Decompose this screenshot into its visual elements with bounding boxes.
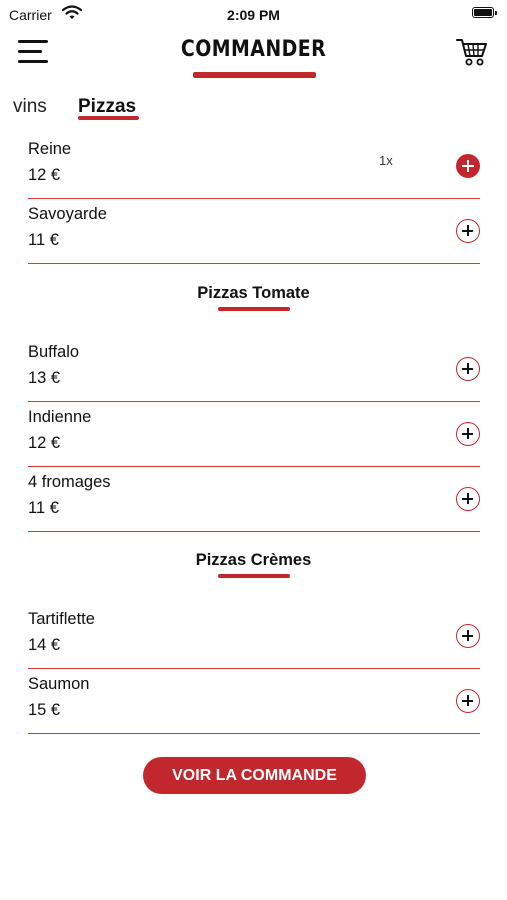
add-icon[interactable] (456, 689, 480, 713)
item-price: 12 € (28, 166, 61, 184)
status-time: 2:09 PM (227, 7, 280, 23)
list-item[interactable]: Buffalo 13 € (28, 337, 480, 402)
tab-pizzas[interactable]: Pizzas (78, 96, 136, 118)
status-bar: Carrier 2:09 PM (0, 0, 507, 28)
item-name: Savoyarde (28, 205, 107, 223)
item-name: 4 fromages (28, 473, 111, 491)
item-price: 11 € (28, 231, 59, 249)
add-icon[interactable] (456, 154, 480, 178)
item-price: 11 € (28, 499, 59, 517)
category-tabs: vins Pizzas (0, 92, 507, 128)
item-name: Buffalo (28, 343, 80, 361)
item-name: Tartiflette (28, 610, 95, 628)
section-title: Pizzas Crèmes (195, 551, 312, 569)
item-name: Indienne (28, 408, 92, 426)
list-item[interactable]: Reine 12 € 1x (28, 134, 480, 199)
section-underline (218, 307, 290, 311)
list-item[interactable]: 4 fromages 11 € (28, 467, 480, 532)
title-underline (193, 72, 316, 78)
item-name: Reine (28, 140, 72, 158)
item-price: 13 € (28, 369, 61, 387)
add-icon[interactable] (456, 422, 480, 446)
item-name: Saumon (28, 675, 90, 693)
add-icon[interactable] (456, 219, 480, 243)
shopping-cart-icon[interactable] (455, 36, 489, 68)
item-price: 12 € (28, 434, 61, 452)
tab-vins[interactable]: vins (13, 96, 47, 118)
section-title: Pizzas Tomate (197, 284, 310, 302)
item-quantity: 1x (379, 153, 393, 168)
list-item[interactable]: Savoyarde 11 € (28, 199, 480, 264)
list-item[interactable]: Saumon 15 € (28, 669, 480, 734)
selected-tab-indicator (78, 116, 139, 120)
add-icon[interactable] (456, 624, 480, 648)
add-icon[interactable] (456, 357, 480, 381)
section-underline (218, 574, 290, 578)
list-item[interactable]: Tartiflette 14 € (28, 604, 480, 669)
item-price: 14 € (28, 636, 61, 654)
view-order-button[interactable]: VOIR LA COMMANDE (143, 757, 366, 794)
nav-header: COMMANDER (0, 28, 507, 86)
page-title: COMMANDER (180, 37, 327, 62)
add-icon[interactable] (456, 487, 480, 511)
battery-icon (472, 7, 498, 19)
item-price: 15 € (28, 701, 61, 719)
list-item[interactable]: Indienne 12 € (28, 402, 480, 467)
